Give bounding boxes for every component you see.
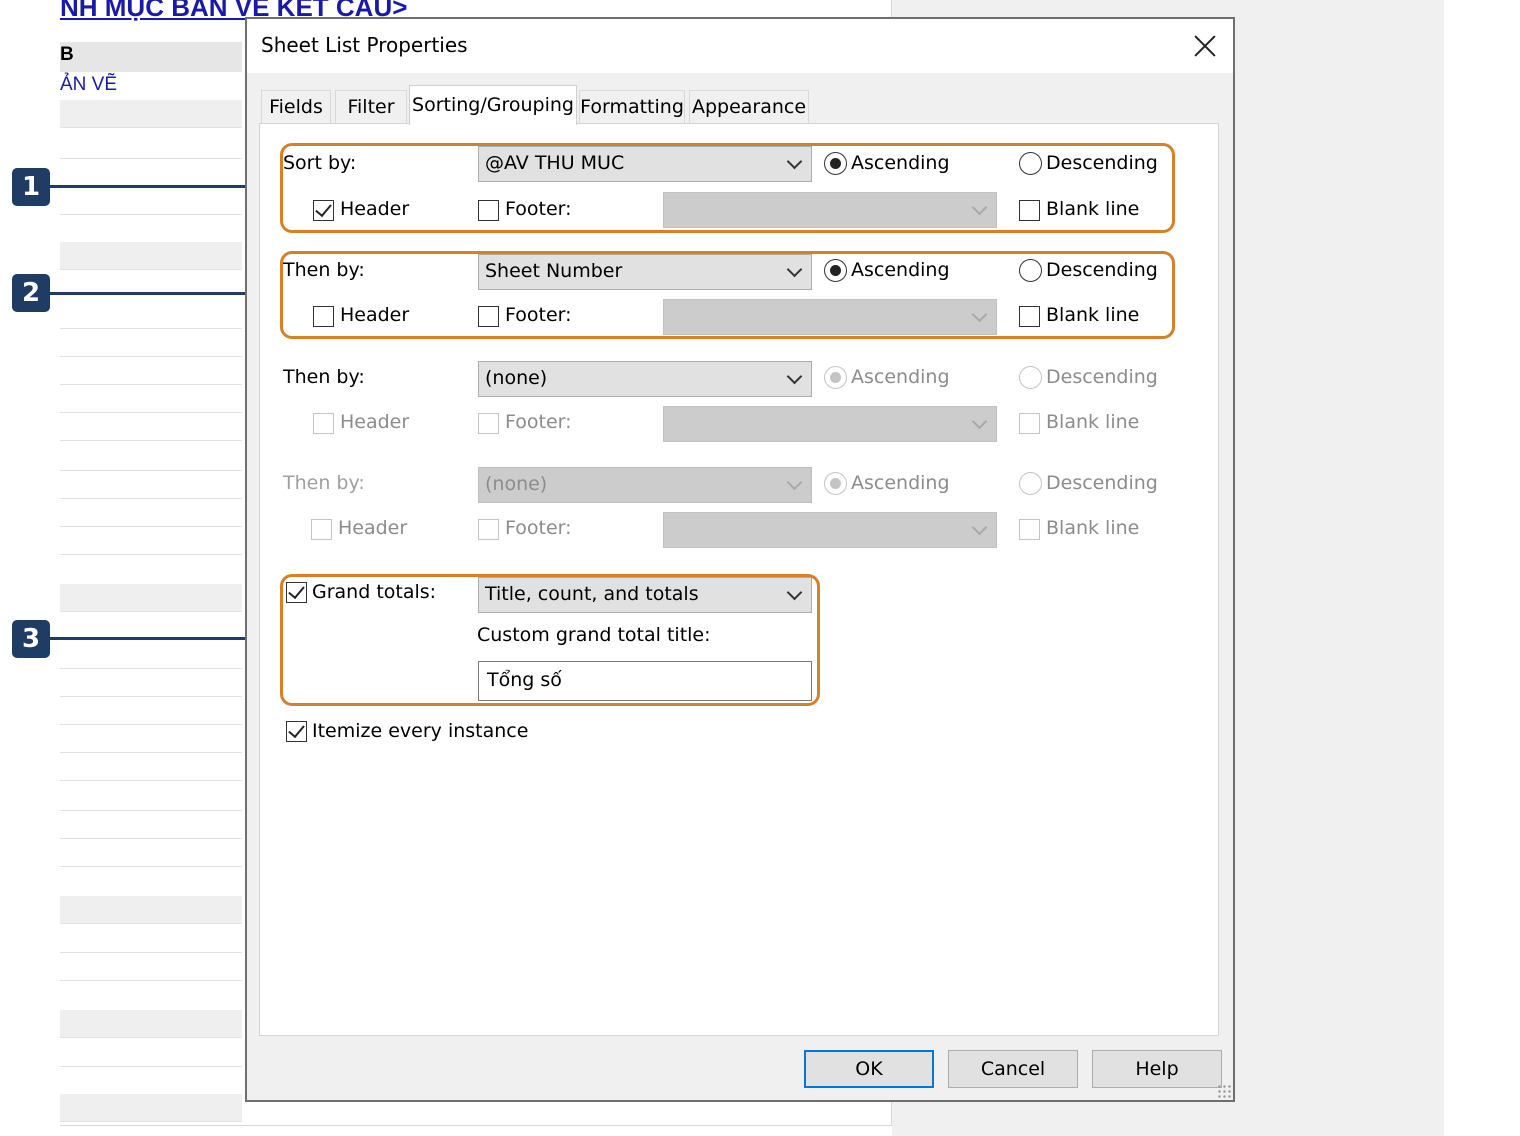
itemize-every-instance-label: Itemize every instance	[312, 720, 529, 742]
schedule-row	[60, 896, 242, 924]
schedule-row	[60, 412, 242, 413]
schedule-row	[60, 356, 242, 357]
callout-badge-3: 3	[12, 620, 50, 658]
schedule-row	[60, 498, 242, 499]
then-by-3-header-label: Header	[338, 517, 408, 539]
schedule-row	[60, 838, 242, 839]
sheet-list-properties-dialog: Sheet List Properties Fields Filter Sort…	[245, 17, 1235, 1102]
title-bar: Sheet List Properties	[247, 19, 1233, 73]
schedule-header: B	[60, 42, 242, 72]
then-by-2-header-label: Header	[340, 411, 410, 433]
callout-line-3	[50, 637, 256, 640]
then-by-3-blank-line-checkbox[interactable]	[1019, 519, 1040, 540]
schedule-row	[60, 1094, 242, 1122]
then-by-3-footer-checkbox[interactable]	[478, 519, 499, 540]
schedule-row	[60, 158, 242, 159]
then-by-2-ascending-label: Ascending	[851, 366, 950, 388]
highlight-box-2	[280, 251, 1175, 339]
then-by-2-ascending-radio[interactable]	[824, 366, 847, 389]
schedule-row	[60, 100, 242, 128]
callout-badge-2: 2	[12, 274, 50, 312]
help-button[interactable]: Help	[1092, 1050, 1222, 1088]
dialog-title: Sheet List Properties	[261, 33, 468, 57]
then-by-2-footer-label: Footer:	[505, 411, 572, 433]
schedule-subheader: ẢN VẼ	[60, 74, 118, 95]
schedule-row	[60, 554, 242, 555]
then-by-2-descending-radio[interactable]	[1019, 366, 1042, 389]
then-by-3-descending-label: Descending	[1046, 472, 1158, 494]
then-by-3-header-checkbox[interactable]	[311, 519, 332, 540]
schedule-row	[60, 752, 242, 753]
schedule-row	[60, 584, 242, 612]
then-by-2-select[interactable]: (none)	[478, 361, 812, 397]
then-by-3-select[interactable]: (none)	[478, 467, 812, 503]
then-by-2-blank-line-checkbox[interactable]	[1019, 413, 1040, 434]
schedule-row	[60, 384, 242, 385]
tab-appearance[interactable]: Appearance	[689, 90, 809, 124]
ok-button[interactable]: OK	[804, 1050, 934, 1088]
then-by-2-label: Then by:	[283, 366, 365, 388]
itemize-every-instance-checkbox[interactable]	[286, 721, 307, 742]
then-by-3-footer-label: Footer:	[505, 517, 572, 539]
tab-formatting[interactable]: Formatting	[579, 90, 685, 124]
schedule-row	[60, 866, 242, 867]
then-by-3-label: Then by:	[283, 472, 365, 494]
then-by-3-blank-line-label: Blank line	[1046, 517, 1140, 539]
callout-line-1	[50, 185, 256, 188]
close-icon[interactable]	[1185, 27, 1225, 65]
schedule-row	[60, 980, 242, 981]
highlight-box-1	[280, 143, 1175, 233]
schedule-row	[60, 526, 242, 527]
chevron-down-icon	[970, 414, 990, 434]
tab-sorting-grouping[interactable]: Sorting/Grouping	[409, 85, 577, 125]
schedule-row	[60, 214, 242, 215]
callout-line-2	[50, 292, 256, 295]
resize-grip-icon[interactable]	[1217, 1084, 1231, 1098]
then-by-2-footer-checkbox[interactable]	[478, 413, 499, 434]
callout-badge-1: 1	[12, 168, 50, 206]
schedule-row	[60, 1066, 242, 1067]
highlight-box-3	[280, 574, 820, 706]
schedule-row	[60, 724, 242, 725]
tab-fields[interactable]: Fields	[261, 90, 331, 124]
schedule-row	[60, 780, 242, 781]
schedule-row	[60, 810, 242, 811]
schedule-row	[60, 470, 242, 471]
schedule-row	[60, 952, 242, 953]
then-by-3-descending-radio[interactable]	[1019, 472, 1042, 495]
then-by-2-header-checkbox[interactable]	[313, 413, 334, 434]
schedule-row	[60, 242, 242, 270]
then-by-2-blank-line-label: Blank line	[1046, 411, 1140, 433]
then-by-3-ascending-label: Ascending	[851, 472, 950, 494]
chevron-down-icon	[970, 520, 990, 540]
then-by-3-value: (none)	[485, 473, 548, 495]
then-by-3-footer-select[interactable]	[663, 512, 997, 548]
chevron-down-icon	[785, 369, 805, 389]
then-by-3-ascending-radio[interactable]	[824, 472, 847, 495]
tab-filter[interactable]: Filter	[335, 90, 407, 124]
then-by-2-value: (none)	[485, 367, 548, 389]
then-by-2-footer-select[interactable]	[663, 406, 997, 442]
cancel-button[interactable]: Cancel	[948, 1050, 1078, 1088]
schedule-row	[60, 440, 242, 441]
chevron-down-icon	[785, 475, 805, 495]
schedule-row	[60, 328, 242, 329]
schedule-row	[60, 696, 242, 697]
schedule-row	[60, 668, 242, 669]
then-by-2-descending-label: Descending	[1046, 366, 1158, 388]
schedule-row	[60, 1010, 242, 1038]
